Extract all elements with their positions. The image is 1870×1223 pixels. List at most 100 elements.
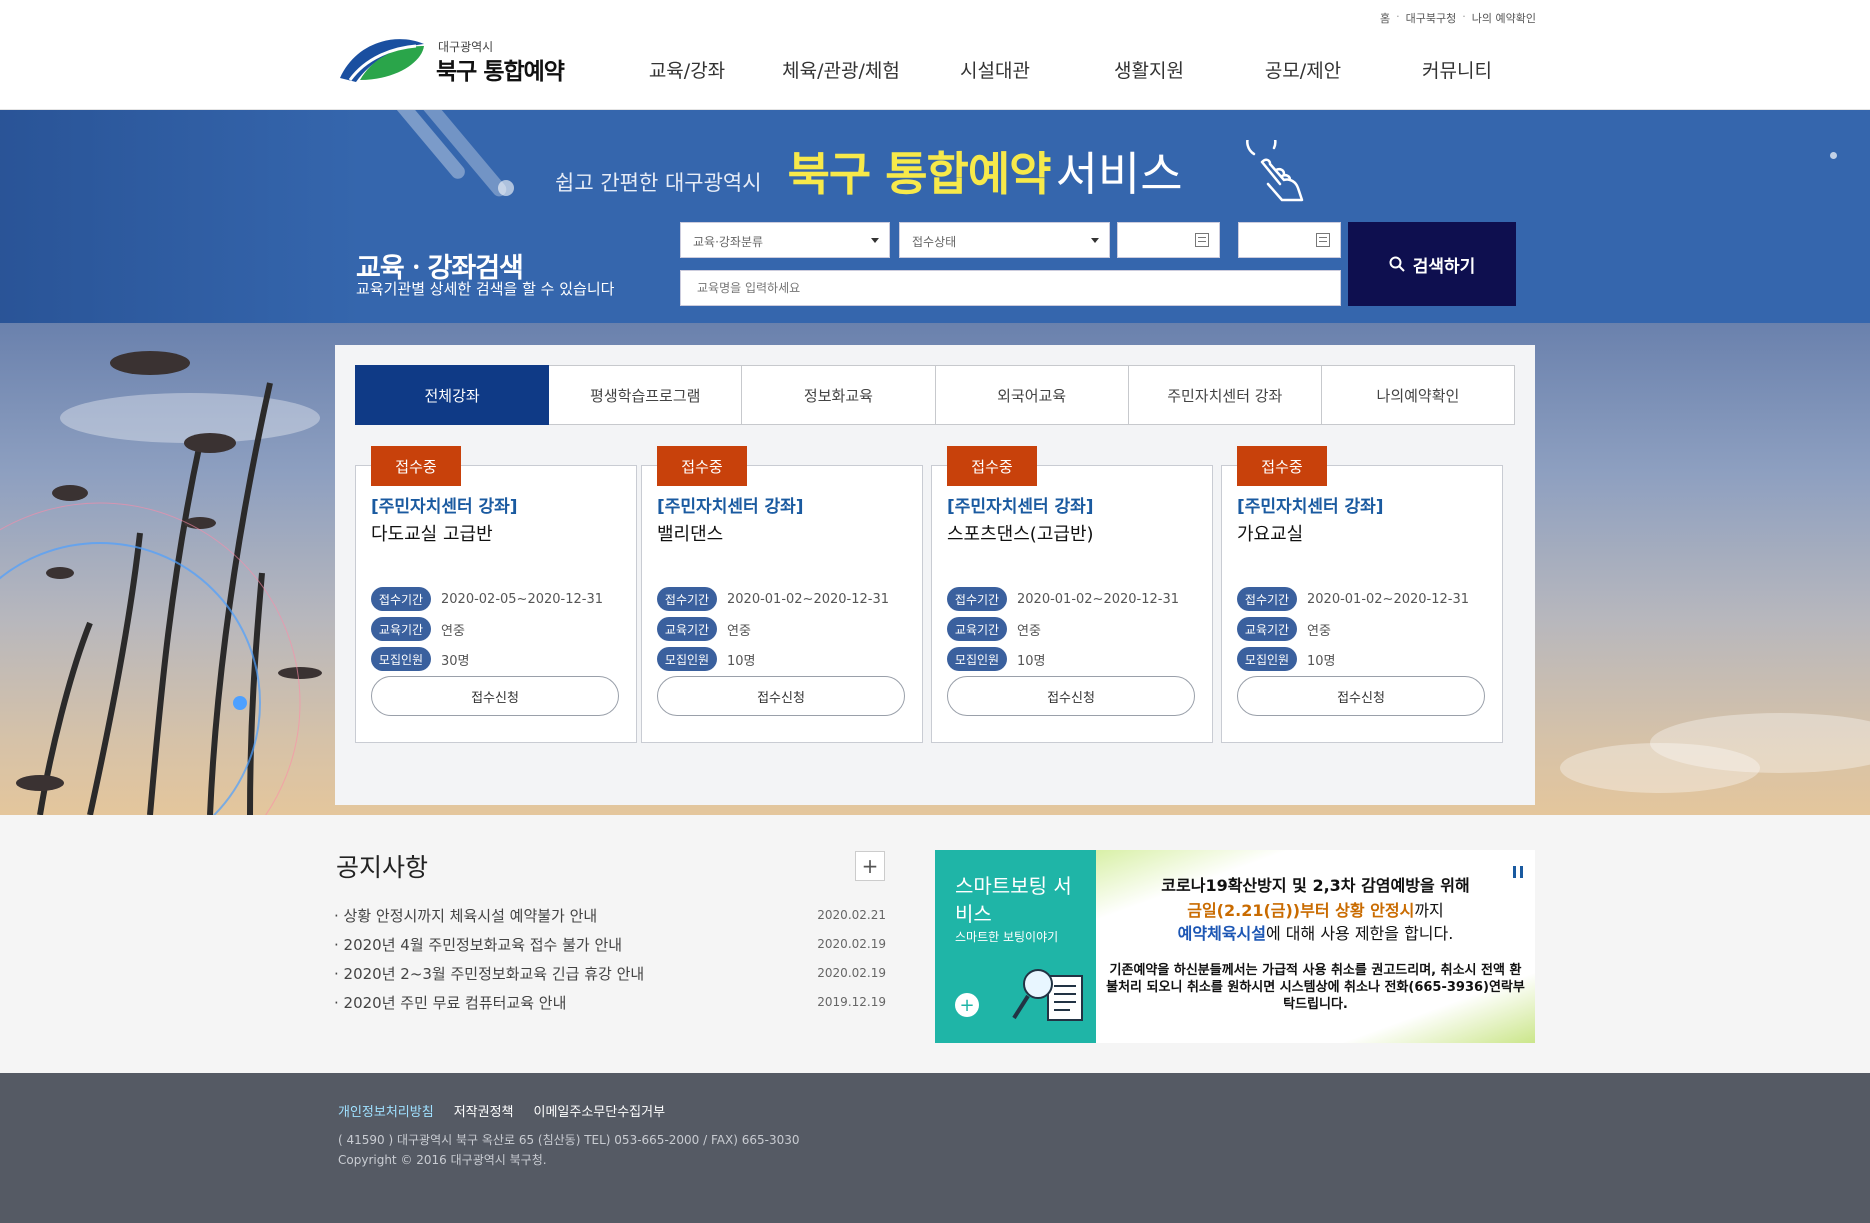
notice-date: 2020.02.19 (817, 937, 886, 951)
slogan-sub: 쉽고 간편한 대구광역시 (555, 171, 762, 195)
tab-my-reservation[interactable]: 나의예약확인 (1321, 365, 1516, 425)
course-keyword-input[interactable] (680, 270, 1341, 306)
nav-sports-tour[interactable]: 체육/관광/체험 (764, 56, 918, 83)
recruit-label: 모집인원 (1237, 647, 1297, 671)
tab-all-courses[interactable]: 전체강좌 (355, 365, 550, 425)
course-category[interactable]: [주민자치센터 강좌] (657, 492, 804, 517)
site-header: 홈 · 대구북구청 · 나의 예약확인 대구광역시 북구 통합예약 교육/강좌 … (0, 0, 1870, 110)
recruit-value: 30명 (441, 653, 470, 669)
smart-voting-panel[interactable]: 스마트보팅 서비스 스마트한 보팅이야기 + (935, 850, 1096, 1043)
course-category[interactable]: [주민자치센터 강좌] (1237, 492, 1384, 517)
status-select[interactable]: 접수상태 (899, 222, 1110, 258)
edu-period-label: 교육기간 (371, 617, 431, 641)
course-category[interactable]: [주민자치센터 강좌] (371, 492, 518, 517)
status-badge: 접수중 (657, 446, 747, 486)
apply-button[interactable]: 접수신청 (657, 676, 905, 716)
smart-voting-subtitle: 스마트한 보팅이야기 (955, 930, 1059, 944)
nav-education[interactable]: 교육/강좌 (610, 56, 764, 83)
edu-period-label: 교육기간 (657, 617, 717, 641)
popup-banner[interactable]: 스마트보팅 서비스 스마트한 보팅이야기 + 코로나19확산방지 및 2,3차 … (935, 850, 1535, 1043)
list-item[interactable]: · 2020년 4월 주민정보화교육 접수 불가 안내 2020.02.19 (334, 934, 886, 963)
edu-period-value: 연중 (441, 623, 465, 639)
tab-lifelong-learning[interactable]: 평생학습프로그램 (549, 365, 743, 425)
receipt-period-value: 2020-01-02~2020-12-31 (1307, 591, 1469, 607)
nav-contest-proposal[interactable]: 공모/제안 (1226, 56, 1380, 83)
date-from-input[interactable] (1117, 222, 1220, 258)
list-item[interactable]: · 상황 안정시까지 체육시설 예약불가 안내 2020.02.21 (334, 905, 886, 934)
nav-life-support[interactable]: 생활지원 (1072, 56, 1226, 83)
hero-slogan: 쉽고 간편한 대구광역시 북구 통합예약 서비스 (555, 138, 1183, 204)
email-refusal-link[interactable]: 이메일주소무단수집거부 (534, 1101, 666, 1120)
notice-date: 2019.12.19 (817, 995, 886, 1009)
footer-copyright: Copyright © 2016 대구광역시 북구청. (338, 1153, 547, 1167)
calendar-icon[interactable] (1316, 233, 1330, 247)
receipt-period-label: 접수기간 (947, 587, 1007, 611)
apply-button[interactable]: 접수신청 (947, 676, 1195, 716)
nav-facility-rental[interactable]: 시설대관 (918, 56, 1072, 83)
covid-line3-rest: 에 대해 사용 제한을 합니다. (1265, 924, 1454, 943)
course-title[interactable]: 다도교실 고급반 (371, 520, 493, 546)
slogan-main: 북구 통합예약 (787, 147, 1052, 201)
notice-date: 2020.02.21 (817, 908, 886, 922)
course-tabs: 전체강좌 평생학습프로그램 정보화교육 외국어교육 주민자치센터 강좌 나의예약… (355, 365, 1516, 425)
course-title[interactable]: 스포츠댄스(고급반) (947, 520, 1094, 546)
copyright-policy-link[interactable]: 저작권정책 (454, 1101, 514, 1120)
calendar-icon[interactable] (1195, 233, 1209, 247)
document-search-icon (1012, 969, 1083, 1021)
site-logo[interactable]: 대구광역시 북구 통합예약 (336, 30, 576, 86)
site-footer: 개인정보처리방침 저작권정책 이메일주소무단수집거부 ( 41590 ) 대구광… (0, 1073, 1870, 1223)
receipt-period-label: 접수기간 (371, 587, 431, 611)
covid-refund-notice: 기존예약을 하신분들께서는 가급적 사용 취소를 권고드리며, 취소시 전액 환… (1106, 963, 1525, 1012)
chevron-down-icon (1091, 238, 1099, 243)
course-panel: 전체강좌 평생학습프로그램 정보화교육 외국어교육 주민자치센터 강좌 나의예약… (335, 345, 1535, 805)
chevron-down-icon (871, 238, 879, 243)
search-description: 교육기관별 상세한 검색을 할 수 있습니다 (356, 280, 615, 298)
list-item[interactable]: · 2020년 주민 무료 컴퓨터교육 안내 2019.12.19 (334, 992, 886, 1021)
footer-address: ( 41590 ) 대구광역시 북구 옥산로 65 (침산동) TEL) 053… (338, 1133, 800, 1147)
receipt-period-value: 2020-02-05~2020-12-31 (441, 591, 603, 607)
smart-voting-title: 스마트보팅 서비스 (955, 874, 1072, 926)
receipt-period-value: 2020-01-02~2020-12-31 (1017, 591, 1179, 607)
recruit-value: 10명 (1307, 653, 1336, 669)
nav-community[interactable]: 커뮤니티 (1380, 56, 1534, 83)
notice-text[interactable]: · 2020년 2~3월 주민정보화교육 긴급 휴강 안내 (334, 963, 644, 992)
footer-links: 개인정보처리방침 저작권정책 이메일주소무단수집거부 (338, 1101, 665, 1120)
course-title[interactable]: 밸리댄스 (657, 520, 723, 546)
notice-text[interactable]: · 상황 안정시까지 체육시설 예약불가 안내 (334, 905, 597, 934)
recruit-label: 모집인원 (947, 647, 1007, 671)
list-item[interactable]: · 2020년 2~3월 주민정보화교육 긴급 휴강 안내 2020.02.19 (334, 963, 886, 992)
search-button-label: 검색하기 (1412, 256, 1476, 277)
notice-more-button[interactable]: + (855, 851, 885, 881)
util-district-link[interactable]: 대구북구청 (1406, 10, 1457, 26)
covid-facility-highlight: 예약체육시설 (1177, 924, 1266, 943)
status-badge: 접수중 (1237, 446, 1327, 486)
tab-it-education[interactable]: 정보화교육 (742, 365, 936, 425)
course-card: 접수중 [주민자치센터 강좌] 가요교실 접수기간 2020-01-02~2020… (1221, 446, 1503, 743)
search-button[interactable]: 검색하기 (1348, 222, 1516, 306)
plus-icon[interactable]: + (955, 993, 979, 1017)
recruit-value: 10명 (727, 653, 756, 669)
date-to-input[interactable] (1238, 222, 1341, 258)
util-home-link[interactable]: 홈 (1380, 10, 1390, 26)
util-my-reservation-link[interactable]: 나의 예약확인 (1472, 10, 1536, 26)
logo-title-text: 북구 통합예약 (436, 59, 565, 85)
notice-text[interactable]: · 2020년 주민 무료 컴퓨터교육 안내 (334, 992, 566, 1021)
apply-button[interactable]: 접수신청 (371, 676, 619, 716)
recruit-label: 모집인원 (657, 647, 717, 671)
edu-period-value: 연중 (727, 623, 751, 639)
course-card: 접수중 [주민자치센터 강좌] 스포츠댄스(고급반) 접수기간 2020-01-0… (931, 446, 1213, 743)
notice-title: 공지사항 (336, 853, 429, 882)
tab-foreign-language[interactable]: 외국어교육 (935, 365, 1129, 425)
status-badge: 접수중 (947, 446, 1037, 486)
course-title[interactable]: 가요교실 (1237, 520, 1303, 546)
touch-hand-icon (1246, 140, 1304, 202)
course-category[interactable]: [주민자치센터 강좌] (947, 492, 1094, 517)
privacy-policy-link[interactable]: 개인정보처리방침 (338, 1101, 434, 1120)
tab-community-center[interactable]: 주민자치센터 강좌 (1128, 365, 1322, 425)
receipt-period-value: 2020-01-02~2020-12-31 (727, 591, 889, 607)
recruit-label: 모집인원 (371, 647, 431, 671)
notice-text[interactable]: · 2020년 4월 주민정보화교육 접수 불가 안내 (334, 934, 622, 963)
category-select[interactable]: 교육·강좌분류 (680, 222, 890, 258)
edu-period-label: 교육기간 (1237, 617, 1297, 641)
apply-button[interactable]: 접수신청 (1237, 676, 1485, 716)
